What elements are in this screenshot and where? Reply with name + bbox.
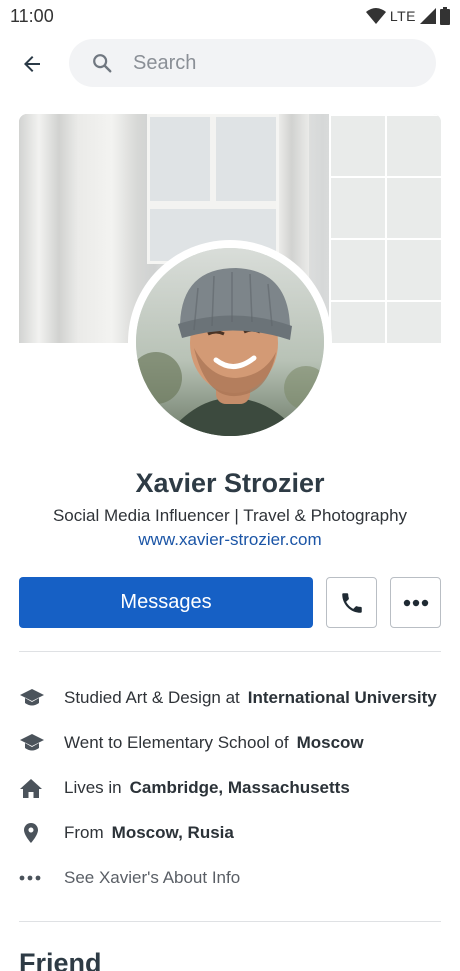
- list-item-lives-in: Lives in Cambridge, Massachusetts: [19, 775, 350, 801]
- arrow-left-icon: [24, 56, 40, 72]
- graduation-cap-icon: [20, 689, 44, 706]
- status-icons: LTE: [365, 6, 450, 26]
- profile-website-link[interactable]: www.xavier-strozier.com: [0, 530, 460, 550]
- divider: [19, 921, 441, 922]
- phone-icon: [341, 592, 362, 613]
- call-button[interactable]: [326, 577, 377, 628]
- back-button[interactable]: [16, 48, 48, 80]
- network-type: LTE: [389, 8, 416, 24]
- avatar[interactable]: [136, 248, 324, 436]
- see-about-info-link[interactable]: See Xavier's About Info: [19, 865, 240, 891]
- search-bar[interactable]: [69, 39, 436, 87]
- more-options-button[interactable]: [390, 577, 441, 628]
- list-item-from: From Moscow, Rusia: [19, 820, 234, 846]
- battery-icon: [440, 7, 450, 25]
- avatar-illustration: [136, 248, 324, 436]
- wifi-icon: [365, 8, 386, 24]
- divider: [19, 651, 441, 652]
- more-horizontal-icon: [19, 875, 41, 881]
- profile-name: Xavier Strozier: [135, 468, 325, 498]
- home-icon: [20, 779, 42, 798]
- list-item-school: Went to Elementary School of Moscow: [19, 730, 364, 756]
- list-item-education: Studied Art & Design at International Un…: [19, 685, 437, 711]
- profile-tagline: Social Media Influencer | Travel & Photo…: [52, 506, 408, 525]
- search-input[interactable]: [133, 51, 393, 75]
- cell-signal-icon: [420, 8, 436, 24]
- location-pin-icon: [24, 823, 38, 843]
- messages-button[interactable]: Messages: [19, 577, 313, 628]
- more-horizontal-icon: [403, 599, 428, 606]
- curtain-decoration: [19, 114, 79, 343]
- friends-section-title: Friend: [19, 948, 102, 971]
- top-bar: [0, 36, 460, 92]
- status-time: 11:00: [10, 6, 54, 26]
- search-icon: [93, 54, 112, 73]
- graduation-cap-icon: [20, 734, 44, 751]
- status-bar: 11:00 LTE: [0, 0, 460, 32]
- tile-wall-decoration: [329, 114, 441, 343]
